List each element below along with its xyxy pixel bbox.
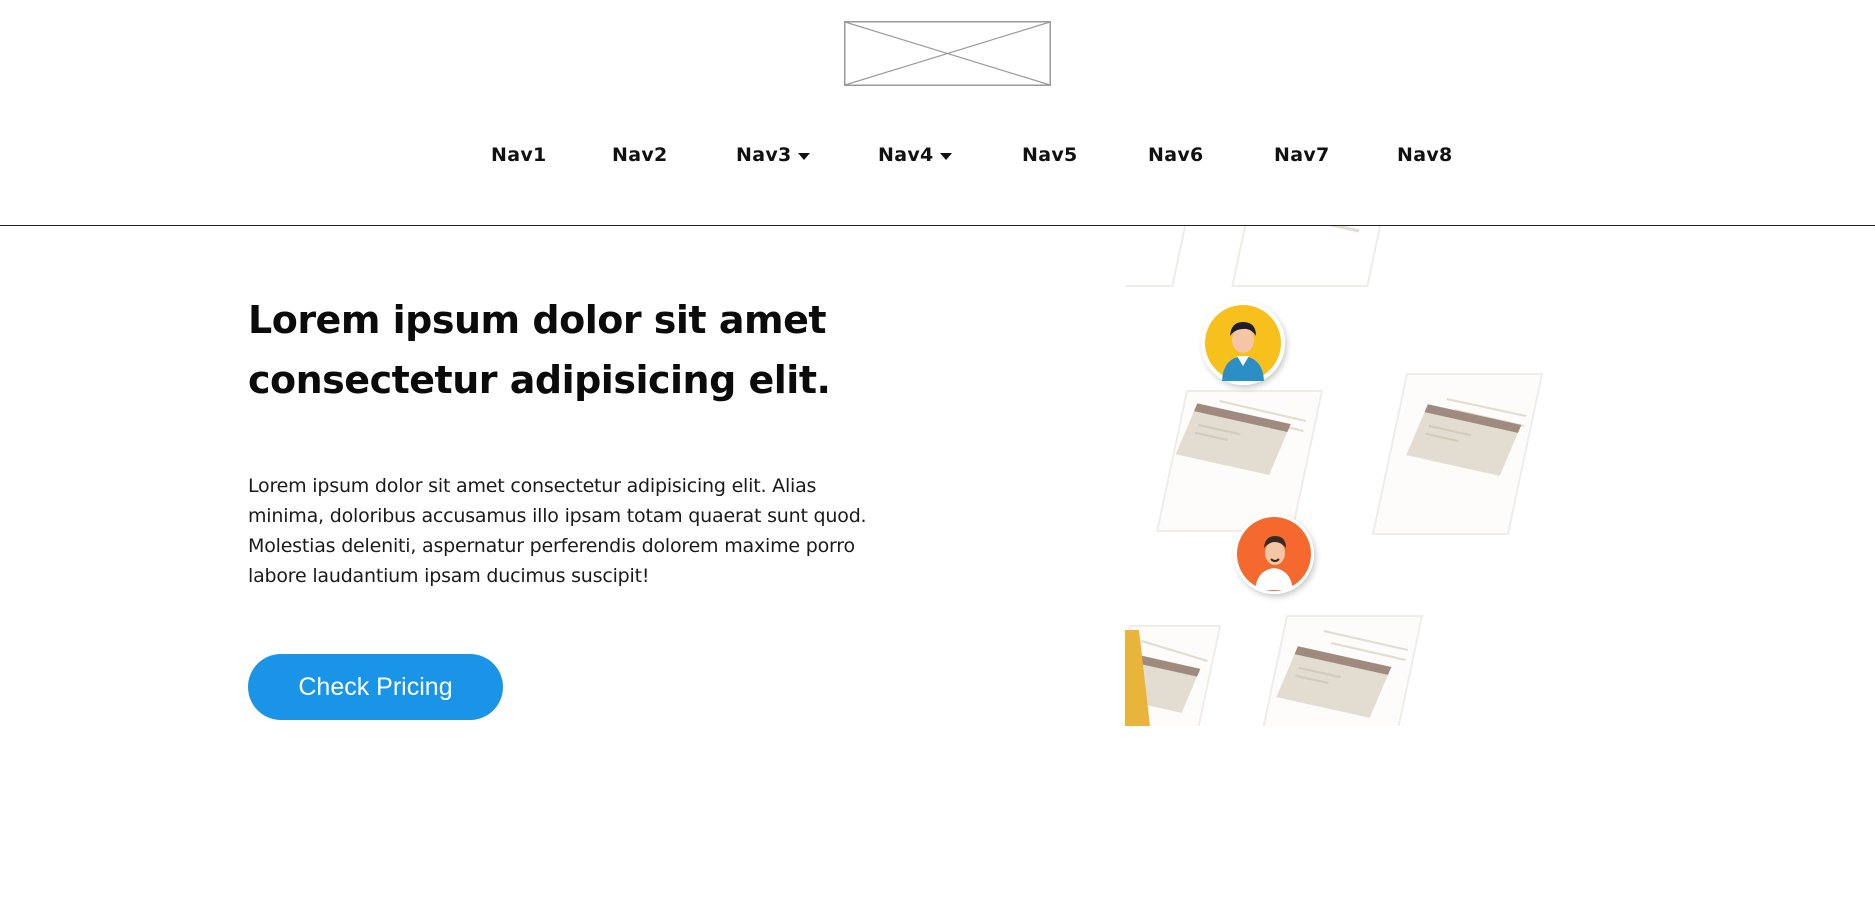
nav-item-label: Nav3 <box>736 144 792 166</box>
nav-item-label: Nav1 <box>491 144 547 166</box>
main-nav: Nav1 Nav2 Nav3 Nav4 Nav5 Nav6 Nav7 Nav8 <box>0 141 1875 171</box>
nav-item-label: Nav6 <box>1148 144 1204 166</box>
nav-item-label: Nav8 <box>1397 144 1453 166</box>
check-pricing-button[interactable]: Check Pricing <box>248 654 503 720</box>
nav-item-nav8[interactable]: Nav8 <box>1397 141 1453 169</box>
nav-item-nav4[interactable]: Nav4 <box>878 141 952 169</box>
hero-description: Lorem ipsum dolor sit amet consectetur a… <box>248 475 867 587</box>
nav-item-nav2[interactable]: Nav2 <box>612 141 668 169</box>
nav-item-nav1[interactable]: Nav1 <box>491 141 547 169</box>
chevron-down-icon <box>939 152 952 160</box>
nav-item-label: Nav2 <box>612 144 668 166</box>
nav-item-label: Nav5 <box>1022 144 1078 166</box>
document-cards-avatars-illustration <box>1125 226 1555 726</box>
nav-item-nav3[interactable]: Nav3 <box>736 141 810 169</box>
nav-item-label: Nav7 <box>1274 144 1330 166</box>
hero-title: Lorem ipsum dolor sit amet consectetur a… <box>248 298 831 402</box>
nav-item-nav5[interactable]: Nav5 <box>1022 141 1078 169</box>
logo-placeholder-icon[interactable] <box>844 21 1051 86</box>
nav-item-nav7[interactable]: Nav7 <box>1274 141 1330 169</box>
nav-item-nav6[interactable]: Nav6 <box>1148 141 1204 169</box>
nav-item-label: Nav4 <box>878 144 934 166</box>
site-header: Nav1 Nav2 Nav3 Nav4 Nav5 Nav6 Nav7 Nav8 <box>0 0 1875 226</box>
chevron-down-icon <box>797 152 810 160</box>
